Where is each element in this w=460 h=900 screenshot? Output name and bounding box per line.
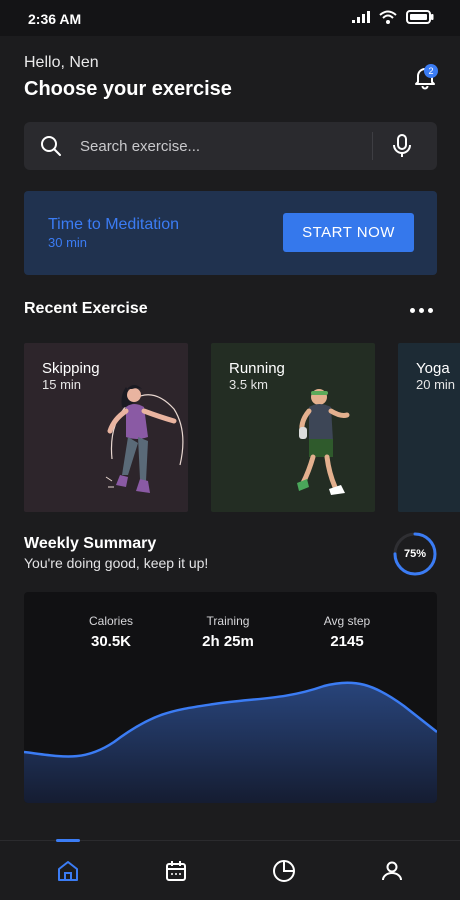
- stat-value: 2145: [330, 633, 364, 650]
- profile-icon: [382, 861, 402, 881]
- exercise-card-title: Skipping: [42, 360, 100, 377]
- exercise-card-value: 3.5 km: [229, 377, 269, 392]
- stat-label: Training: [206, 614, 250, 628]
- start-now-button[interactable]: START NOW: [283, 213, 414, 252]
- home-icon: [58, 861, 78, 881]
- status-bar: 2:36 AM: [0, 0, 460, 36]
- stat-value: 2h 25m: [202, 633, 254, 650]
- search-divider: [372, 132, 373, 160]
- bottom-navigation: [0, 839, 460, 900]
- stat-calories: Calories 30.5K: [51, 614, 171, 650]
- exercise-cards: Skipping 15 min Running 3.5 km Yoga 20 m…: [0, 343, 460, 512]
- calendar-icon: [166, 861, 186, 881]
- meditation-banner: Time to Meditation 30 min START NOW: [24, 191, 437, 275]
- search-input[interactable]: [80, 122, 370, 170]
- nav-home[interactable]: [43, 841, 93, 900]
- stat-value: 30.5K: [90, 633, 132, 650]
- skipping-illustration: [105, 385, 184, 493]
- page-title: Choose your exercise: [24, 78, 232, 100]
- weekly-summary-title: Weekly Summary: [24, 535, 157, 552]
- nav-stats[interactable]: [259, 841, 309, 900]
- exercise-card-title: Yoga: [416, 360, 450, 377]
- exercise-card-yoga[interactable]: Yoga 20 min: [398, 343, 460, 512]
- search-icon: [41, 136, 61, 156]
- running-illustration: [297, 389, 350, 495]
- exercise-card-skipping[interactable]: Skipping 15 min: [24, 343, 188, 512]
- stat-avg-step: Avg step 2145: [287, 614, 407, 650]
- battery-icon: [406, 10, 434, 24]
- wifi-icon: [379, 10, 397, 24]
- progress-label: 75%: [403, 548, 427, 560]
- recent-exercise-title: Recent Exercise: [24, 300, 148, 317]
- exercise-card-running[interactable]: Running 3.5 km: [211, 343, 375, 512]
- meditation-duration: 30 min: [48, 235, 88, 250]
- stat-label: Calories: [88, 614, 133, 628]
- status-time: 2:36 AM: [28, 11, 82, 27]
- stat-training: Training 2h 25m: [168, 614, 288, 650]
- greeting: Hello, Nen: [24, 54, 99, 71]
- signal-icon: [352, 11, 370, 23]
- weekly-summary-subtitle: You're doing good, keep it up!: [24, 555, 209, 571]
- weekly-stats-card: Calories 30.5K Training 2h 25m Avg step …: [24, 592, 437, 803]
- chart-icon: [273, 860, 295, 882]
- search-bar: [24, 122, 437, 170]
- exercise-card-value: 15 min: [42, 377, 82, 392]
- exercise-card-value: 20 min: [416, 377, 456, 392]
- status-icons: [352, 10, 434, 24]
- stat-label: Avg step: [323, 614, 371, 628]
- microphone-icon[interactable]: [392, 134, 412, 158]
- meditation-title: Time to Meditation: [48, 216, 180, 233]
- notification-badge: 2: [424, 64, 438, 78]
- nav-calendar[interactable]: [151, 841, 201, 900]
- exercise-card-title: Running: [229, 360, 285, 377]
- nav-profile[interactable]: [367, 841, 417, 900]
- more-options-icon[interactable]: [410, 303, 436, 317]
